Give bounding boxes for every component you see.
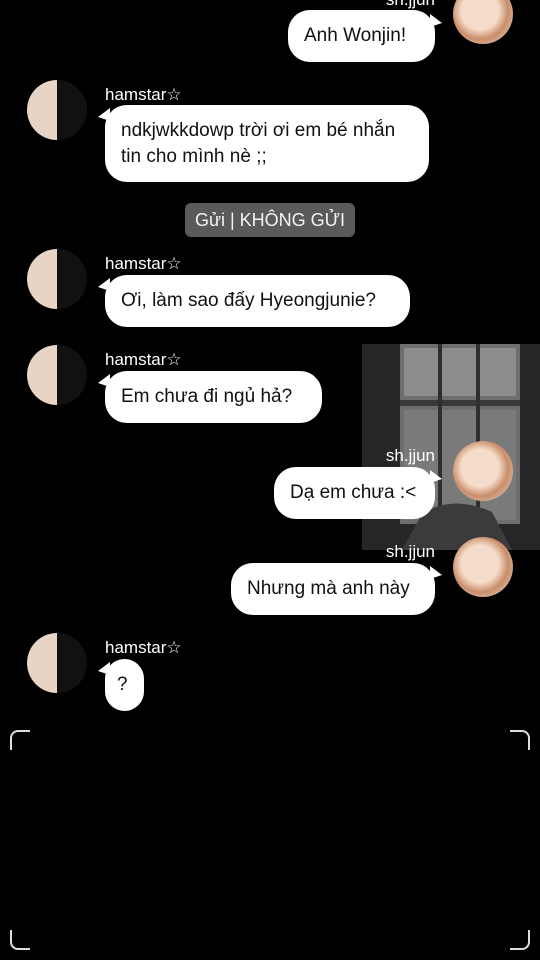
- message-bubble[interactable]: Dạ em chưa :<: [274, 467, 435, 519]
- sender-name: sh.jjun: [385, 446, 435, 465]
- frame-corner-bottom-left: [10, 930, 30, 950]
- message-bubble[interactable]: ?: [105, 659, 144, 711]
- avatar[interactable]: [27, 80, 87, 140]
- message-bubble[interactable]: Nhưng mà anh này: [231, 563, 435, 615]
- sender-name: hamstar☆: [105, 254, 182, 273]
- message-bubble[interactable]: Em chưa đi ngủ hả?: [105, 371, 322, 423]
- message-bubble[interactable]: ndkjwkkdowp trời ơi em bé nhắn tin cho m…: [105, 105, 429, 182]
- sender-name: hamstar☆: [105, 638, 182, 657]
- message-bubble[interactable]: Ơi, làm sao đấy Hyeongjunie?: [105, 275, 410, 327]
- sender-name: sh.jjun: [386, 0, 435, 10]
- avatar[interactable]: [27, 345, 87, 405]
- sender-name: sh.jjun: [385, 542, 435, 561]
- frame-corner-top-left: [10, 730, 30, 750]
- frame-corner-bottom-right: [510, 930, 530, 950]
- avatar[interactable]: [453, 0, 513, 44]
- message-bubble[interactable]: Anh Wonjin!: [288, 10, 435, 62]
- sender-name: hamstar☆: [105, 350, 182, 369]
- avatar[interactable]: [27, 249, 87, 309]
- avatar[interactable]: [453, 537, 513, 597]
- frame-corner-top-right: [510, 730, 530, 750]
- send-status-badge[interactable]: Gửi | KHÔNG GỬI: [185, 203, 355, 237]
- avatar[interactable]: [453, 441, 513, 501]
- sender-name: hamstar☆: [105, 85, 182, 104]
- avatar[interactable]: [27, 633, 87, 693]
